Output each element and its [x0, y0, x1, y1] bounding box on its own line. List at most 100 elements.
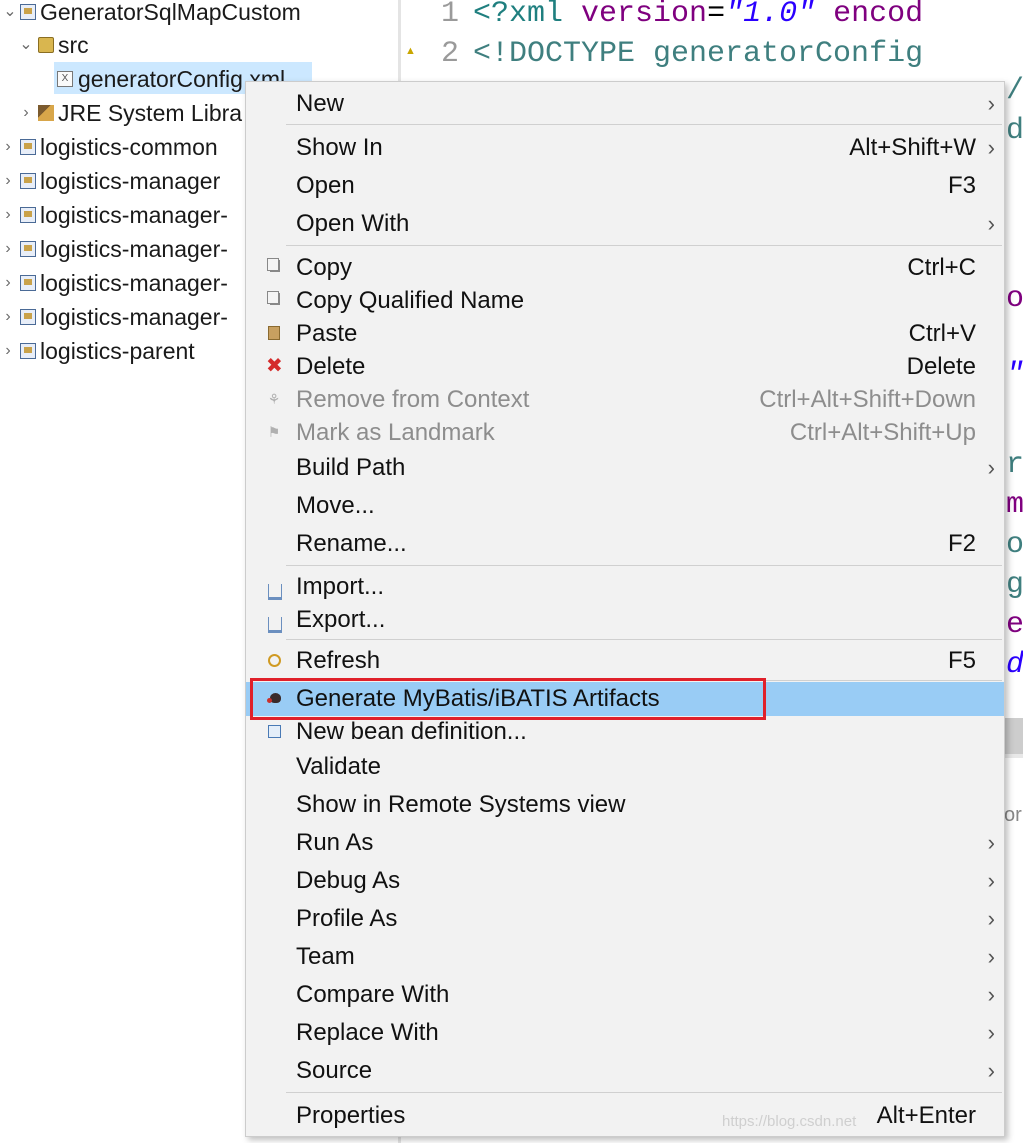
twisty-collapsed-icon[interactable]: › — [0, 232, 16, 266]
menu-item-debug-as[interactable]: Debug As › — [246, 862, 1004, 900]
maven-project-icon — [20, 309, 36, 325]
refresh-icon — [268, 654, 281, 667]
menu-item-shortcut: Alt+Enter — [876, 1102, 976, 1129]
menu-item-paste[interactable]: Paste Ctrl+V — [246, 317, 1004, 350]
twisty-expanded-icon[interactable]: ⌄ — [2, 0, 18, 29]
menu-item-properties[interactable]: Properties Alt+Enter — [246, 1098, 1004, 1134]
maven-project-icon — [20, 173, 36, 189]
menu-item-build-path[interactable]: Build Path › — [246, 449, 1004, 487]
code-fragment: d — [1006, 648, 1023, 682]
code-fragment: o — [1006, 282, 1023, 316]
code-fragment: g — [1006, 568, 1023, 602]
menu-item-label: Source — [296, 1057, 373, 1084]
twisty-collapsed-icon[interactable]: › — [0, 334, 16, 368]
menu-item-label: Team — [296, 943, 355, 970]
paste-icon — [268, 326, 280, 340]
menu-item-label: Run As — [296, 829, 374, 856]
menu-item-label: Profile As — [296, 905, 398, 932]
menu-item-open[interactable]: Open F3 — [246, 168, 1004, 204]
package-folder-icon — [38, 37, 54, 53]
menu-item-label: Show in Remote Systems view — [296, 791, 626, 818]
menu-separator — [286, 1092, 1002, 1093]
library-icon — [38, 105, 54, 121]
menu-item-show-in[interactable]: Show In Alt+Shift+W › — [246, 130, 1004, 166]
menu-item-label: Import... — [296, 573, 385, 600]
maven-project-icon — [20, 275, 36, 291]
menu-item-new-bean-definition[interactable]: New bean definition... — [246, 716, 1004, 748]
tree-item-src[interactable]: ⌄ src — [0, 28, 398, 62]
menu-item-label: Paste — [296, 320, 358, 347]
menu-item-refresh[interactable]: Refresh F5 — [246, 643, 1004, 679]
menu-item-replace-with[interactable]: Replace With › — [246, 1014, 1004, 1052]
menu-item-shortcut: F3 — [947, 172, 976, 199]
menu-item-open-with[interactable]: Open With › — [246, 206, 1004, 242]
menu-item-label: Mark as Landmark — [296, 419, 495, 446]
tree-item-label: logistics-manager- — [40, 202, 228, 228]
code-token: encod — [815, 0, 924, 31]
menu-item-rename[interactable]: Rename... F2 — [246, 525, 1004, 563]
menu-item-import[interactable]: Import... — [246, 570, 1004, 603]
code-fragment: e — [1006, 608, 1023, 642]
tree-item-label: logistics-manager- — [40, 236, 228, 262]
menu-item-compare-with[interactable]: Compare With › — [246, 976, 1004, 1014]
menu-item-move[interactable]: Move... — [246, 487, 1004, 525]
landmark-icon: ⚑ — [267, 424, 281, 440]
annotation-highlight-box — [250, 678, 766, 720]
menu-item-label: Export... — [296, 606, 386, 633]
line-number: 1 — [440, 0, 459, 31]
menu-separator — [286, 245, 1002, 246]
code-text: <!DOCTYPE generatorConfig — [473, 37, 924, 71]
twisty-collapsed-icon[interactable]: › — [0, 300, 16, 334]
menu-item-validate[interactable]: Validate — [246, 748, 1004, 786]
code-fragment: or — [1004, 804, 1022, 826]
menu-item-remove-from-context[interactable]: ⚘ Remove from Context Ctrl+Alt+Shift+Dow… — [246, 383, 1004, 416]
code-line[interactable]: 1 <?xml version="1.0" encod — [401, 0, 1023, 34]
twisty-collapsed-icon[interactable]: › — [0, 130, 16, 164]
watermark-text: https://blog.csdn.net — [722, 1113, 857, 1130]
menu-item-new[interactable]: New › — [246, 86, 1004, 122]
menu-item-delete[interactable]: ✖ Delete Delete — [246, 350, 1004, 383]
tree-item-project[interactable]: ⌄ GeneratorSqlMapCustom — [0, 0, 398, 29]
menu-item-copy-qualified-name[interactable]: Copy Qualified Name — [246, 284, 1004, 317]
menu-item-mark-as-landmark[interactable]: ⚑ Mark as Landmark Ctrl+Alt+Shift+Up — [246, 416, 1004, 449]
menu-item-label: Copy — [296, 254, 353, 281]
code-token: = — [707, 0, 726, 31]
menu-item-team[interactable]: Team › — [246, 938, 1004, 976]
menu-item-shortcut: Ctrl+C — [907, 254, 976, 281]
menu-item-label: Rename... — [296, 530, 407, 557]
twisty-collapsed-icon[interactable]: › — [0, 164, 16, 198]
editor-scrollbar[interactable] — [1004, 718, 1023, 754]
copy-qualified-name-icon — [267, 291, 280, 305]
twisty-collapsed-icon[interactable]: › — [0, 198, 16, 232]
twisty-expanded-icon[interactable]: ⌄ — [18, 28, 34, 62]
twisty-collapsed-icon[interactable]: › — [0, 266, 16, 300]
code-token: <?xml — [473, 0, 582, 31]
tree-item-label: JRE System Libra — [58, 100, 243, 126]
editor-tab-strip — [1004, 754, 1023, 758]
maven-project-icon — [20, 241, 36, 257]
menu-item-copy[interactable]: Copy Ctrl+C — [246, 251, 1004, 284]
menu-separator — [286, 639, 1002, 640]
code-line[interactable]: 2 <!DOCTYPE generatorConfig — [401, 34, 1023, 74]
menu-item-label: Copy Qualified Name — [296, 287, 525, 314]
menu-item-source[interactable]: Source › — [246, 1052, 1004, 1090]
menu-item-label: New bean definition... — [296, 718, 527, 745]
code-fragment: r — [1006, 448, 1023, 482]
menu-item-profile-as[interactable]: Profile As › — [246, 900, 1004, 938]
menu-item-label: Replace With — [296, 1019, 439, 1046]
menu-item-label: Show In — [296, 134, 383, 161]
menu-item-label: Build Path — [296, 454, 406, 481]
submenu-arrow-icon: › — [987, 982, 995, 1007]
menu-item-show-in-remote-systems[interactable]: Show in Remote Systems view — [246, 786, 1004, 824]
project-icon — [20, 4, 36, 20]
menu-item-label: Move... — [296, 492, 375, 519]
xml-file-icon: X — [57, 71, 73, 87]
maven-project-icon — [20, 207, 36, 223]
menu-item-run-as[interactable]: Run As › — [246, 824, 1004, 862]
menu-item-shortcut: F2 — [947, 530, 976, 557]
twisty-collapsed-icon[interactable]: › — [18, 96, 34, 130]
menu-item-export[interactable]: Export... — [246, 603, 1004, 636]
code-fragment: d — [1006, 114, 1023, 148]
maven-project-icon — [20, 343, 36, 359]
tree-item-label: logistics-common — [40, 134, 218, 160]
